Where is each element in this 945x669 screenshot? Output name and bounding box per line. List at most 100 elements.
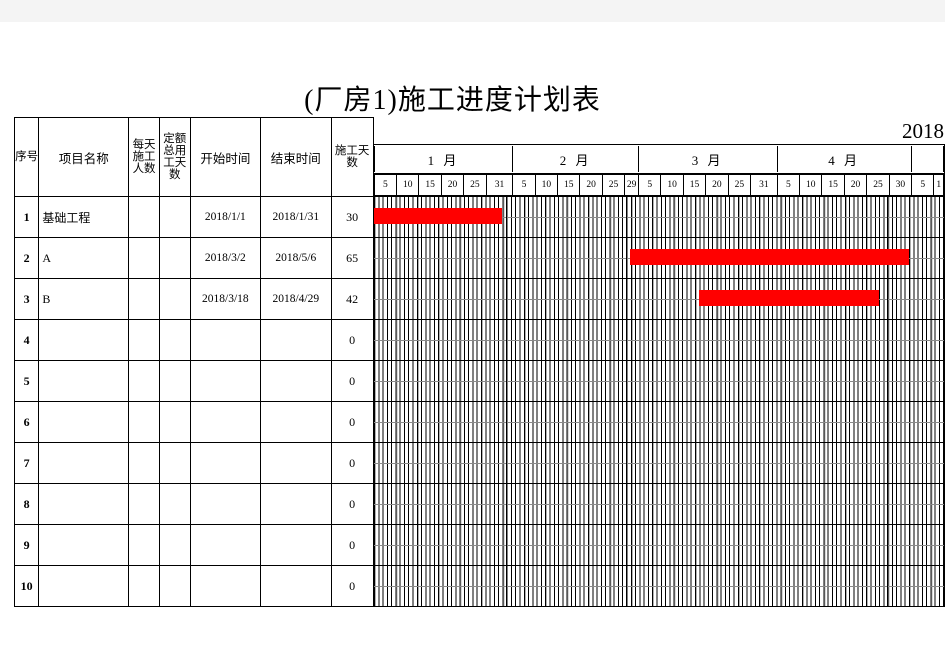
cell-name[interactable] (38, 524, 130, 566)
cell-quota-days[interactable] (158, 196, 191, 238)
cell-work-days[interactable]: 0 (330, 565, 374, 607)
table-row[interactable]: 40 (14, 319, 945, 361)
cell-quota-days[interactable] (158, 319, 191, 361)
cell-start-time[interactable] (189, 524, 262, 566)
cell-end-time[interactable] (260, 483, 332, 525)
cell-name[interactable] (38, 319, 130, 361)
cell-start-time[interactable]: 2018/1/1 (189, 196, 262, 238)
gantt-bar-B[interactable] (698, 290, 879, 306)
cell-daily-workers[interactable] (128, 360, 160, 402)
cell-seq[interactable]: 1 (14, 196, 40, 238)
cell-work-days[interactable]: 0 (330, 319, 374, 361)
cell-start-time[interactable] (189, 360, 262, 402)
cell-name[interactable] (38, 483, 130, 525)
table-row[interactable]: 3 B 2018/3/18 2018/4/29 42 (14, 278, 945, 320)
cell-end-time[interactable] (260, 401, 332, 443)
gantt-month-separator-2 (626, 443, 628, 483)
cell-end-time[interactable] (260, 524, 332, 566)
table-row[interactable]: 1 基础工程 2018/1/1 2018/1/31 30 (14, 196, 945, 238)
cell-name[interactable]: B (38, 278, 130, 320)
table-row[interactable]: 90 (14, 524, 945, 566)
cell-daily-workers[interactable] (128, 483, 160, 525)
cell-quota-days[interactable] (158, 278, 191, 320)
cell-daily-workers[interactable] (128, 442, 160, 484)
cell-seq[interactable]: 9 (14, 524, 40, 566)
gantt-month-separator-4 (887, 279, 889, 319)
cell-start-time[interactable] (189, 442, 262, 484)
cell-quota-days[interactable] (158, 442, 191, 484)
cell-work-days[interactable]: 0 (330, 524, 374, 566)
cell-end-time[interactable] (260, 360, 332, 402)
table-row[interactable]: 80 (14, 483, 945, 525)
table-row[interactable]: 10 0 (14, 565, 945, 607)
cell-work-days[interactable]: 0 (330, 360, 374, 402)
cell-quota-days[interactable] (158, 237, 191, 279)
cell-start-time[interactable] (189, 401, 262, 443)
cell-end-time[interactable]: 2018/1/31 (260, 196, 332, 238)
cell-quota-days[interactable] (158, 483, 191, 525)
table-row[interactable]: 50 (14, 360, 945, 402)
cell-work-days[interactable]: 0 (330, 401, 374, 443)
cell-start-time[interactable] (189, 483, 262, 525)
cell-name[interactable]: 基础工程 (38, 196, 130, 238)
cell-seq[interactable]: 6 (14, 401, 40, 443)
gantt-row-track[interactable] (372, 319, 945, 361)
cell-quota-days[interactable] (158, 360, 191, 402)
table-row[interactable]: 70 (14, 442, 945, 484)
cell-daily-workers[interactable] (128, 237, 160, 279)
gantt-row-track[interactable] (372, 524, 945, 566)
gantt-row-track[interactable] (372, 278, 945, 320)
cell-end-time[interactable]: 2018/4/29 (260, 278, 332, 320)
cell-seq[interactable]: 4 (14, 319, 40, 361)
cell-end-time[interactable] (260, 442, 332, 484)
gantt-row-track[interactable] (372, 401, 945, 443)
cell-end-time[interactable] (260, 565, 332, 607)
cell-daily-workers[interactable] (128, 278, 160, 320)
gantt-row-track[interactable] (372, 565, 945, 607)
table-row[interactable]: 60 (14, 401, 945, 443)
cell-name[interactable] (38, 442, 130, 484)
cell-quota-days[interactable] (158, 401, 191, 443)
gantt-row-track[interactable] (372, 360, 945, 402)
cell-work-days[interactable]: 0 (330, 483, 374, 525)
gantt-row-track[interactable] (372, 196, 945, 238)
cell-name[interactable] (38, 360, 130, 402)
cell-work-days[interactable]: 0 (330, 442, 374, 484)
cell-quota-days[interactable] (158, 565, 191, 607)
gantt-row-track[interactable] (372, 442, 945, 484)
cell-name[interactable]: A (38, 237, 130, 279)
cell-daily-workers[interactable] (128, 401, 160, 443)
cell-work-days[interactable]: 42 (330, 278, 374, 320)
month-label-2: 2 月 (512, 146, 639, 172)
cell-name[interactable] (38, 565, 130, 607)
cell-seq[interactable]: 10 (14, 565, 40, 607)
cell-seq[interactable]: 2 (14, 237, 40, 279)
cell-seq[interactable]: 5 (14, 360, 40, 402)
gantt-month-separator-2 (626, 566, 628, 606)
gantt-month-separator-1 (506, 443, 508, 483)
gantt-row-track[interactable] (372, 237, 945, 279)
cell-seq[interactable]: 7 (14, 442, 40, 484)
cell-end-time[interactable] (260, 319, 332, 361)
cell-start-time[interactable] (189, 319, 262, 361)
cell-daily-workers[interactable] (128, 319, 160, 361)
cell-daily-workers[interactable] (128, 565, 160, 607)
cell-start-time[interactable]: 2018/3/18 (189, 278, 262, 320)
cell-daily-workers[interactable] (128, 524, 160, 566)
cell-start-time[interactable] (189, 565, 262, 607)
gantt-row-track[interactable] (372, 483, 945, 525)
gantt-bar-A[interactable] (630, 249, 909, 265)
gantt-month-separator-2 (626, 525, 628, 565)
cell-end-time[interactable]: 2018/5/6 (260, 237, 332, 279)
cell-name[interactable] (38, 401, 130, 443)
cell-quota-days[interactable] (158, 524, 191, 566)
cell-daily-workers[interactable] (128, 196, 160, 238)
column-header-quota-days: 定额总用工天数 (158, 117, 191, 197)
cell-seq[interactable]: 3 (14, 278, 40, 320)
gantt-bar-基础工程[interactable] (374, 208, 503, 224)
cell-work-days[interactable]: 65 (330, 237, 374, 279)
table-row[interactable]: 2 A 2018/3/2 2018/5/6 65 (14, 237, 945, 279)
cell-work-days[interactable]: 30 (330, 196, 374, 238)
cell-start-time[interactable]: 2018/3/2 (189, 237, 262, 279)
cell-seq[interactable]: 8 (14, 483, 40, 525)
